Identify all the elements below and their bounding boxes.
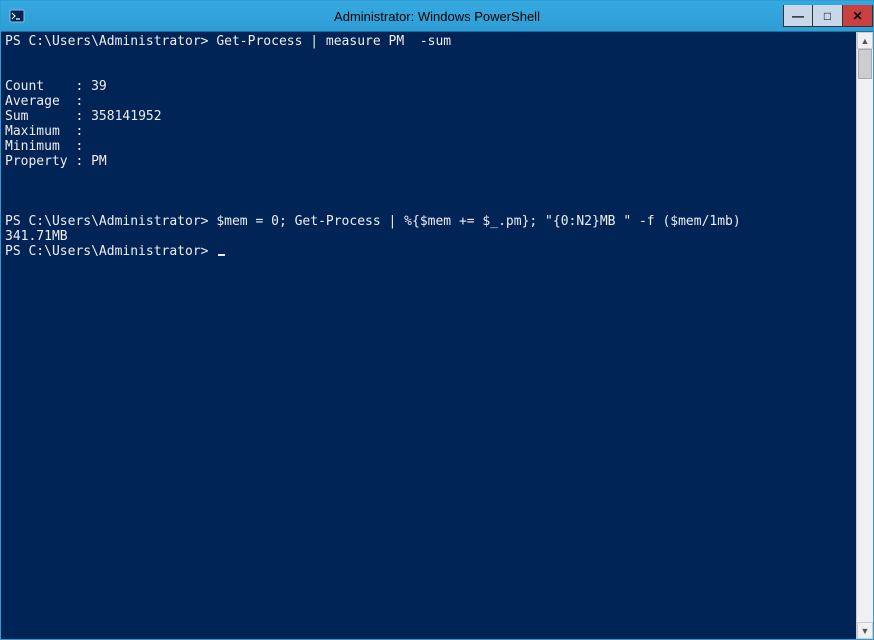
- scroll-track[interactable]: [857, 49, 873, 622]
- output-mem: 341.71MB: [5, 229, 68, 244]
- window-title: Administrator: Windows PowerShell: [1, 9, 873, 24]
- powershell-window: Administrator: Windows PowerShell — □ ✕ …: [0, 0, 874, 640]
- prompt: PS C:\Users\Administrator>: [5, 244, 209, 259]
- client-area: PS C:\Users\Administrator> Get-Process |…: [1, 31, 873, 639]
- chevron-down-icon: ▼: [861, 626, 870, 636]
- output-property: Property : PM: [5, 154, 107, 169]
- command-1: Get-Process | measure PM -sum: [216, 34, 451, 49]
- close-button[interactable]: ✕: [843, 5, 873, 27]
- output-maximum: Maximum :: [5, 124, 91, 139]
- minimize-button[interactable]: —: [783, 5, 813, 27]
- output-minimum: Minimum :: [5, 139, 91, 154]
- chevron-up-icon: ▲: [861, 36, 870, 46]
- prompt: PS C:\Users\Administrator>: [5, 34, 209, 49]
- scroll-thumb[interactable]: [858, 49, 872, 79]
- maximize-button[interactable]: □: [813, 5, 843, 27]
- scroll-down-button[interactable]: ▼: [857, 622, 873, 639]
- prompt: PS C:\Users\Administrator>: [5, 214, 209, 229]
- titlebar[interactable]: Administrator: Windows PowerShell — □ ✕: [1, 1, 873, 31]
- vertical-scrollbar[interactable]: ▲ ▼: [856, 32, 873, 639]
- window-controls: — □ ✕: [783, 5, 873, 27]
- console-output[interactable]: PS C:\Users\Administrator> Get-Process |…: [1, 32, 856, 639]
- output-average: Average :: [5, 94, 91, 109]
- powershell-icon: [9, 8, 25, 24]
- command-2: $mem = 0; Get-Process | %{$mem += $_.pm}…: [216, 214, 740, 229]
- output-sum: Sum : 358141952: [5, 109, 162, 124]
- output-count: Count : 39: [5, 79, 107, 94]
- scroll-up-button[interactable]: ▲: [857, 32, 873, 49]
- cursor: [218, 254, 225, 256]
